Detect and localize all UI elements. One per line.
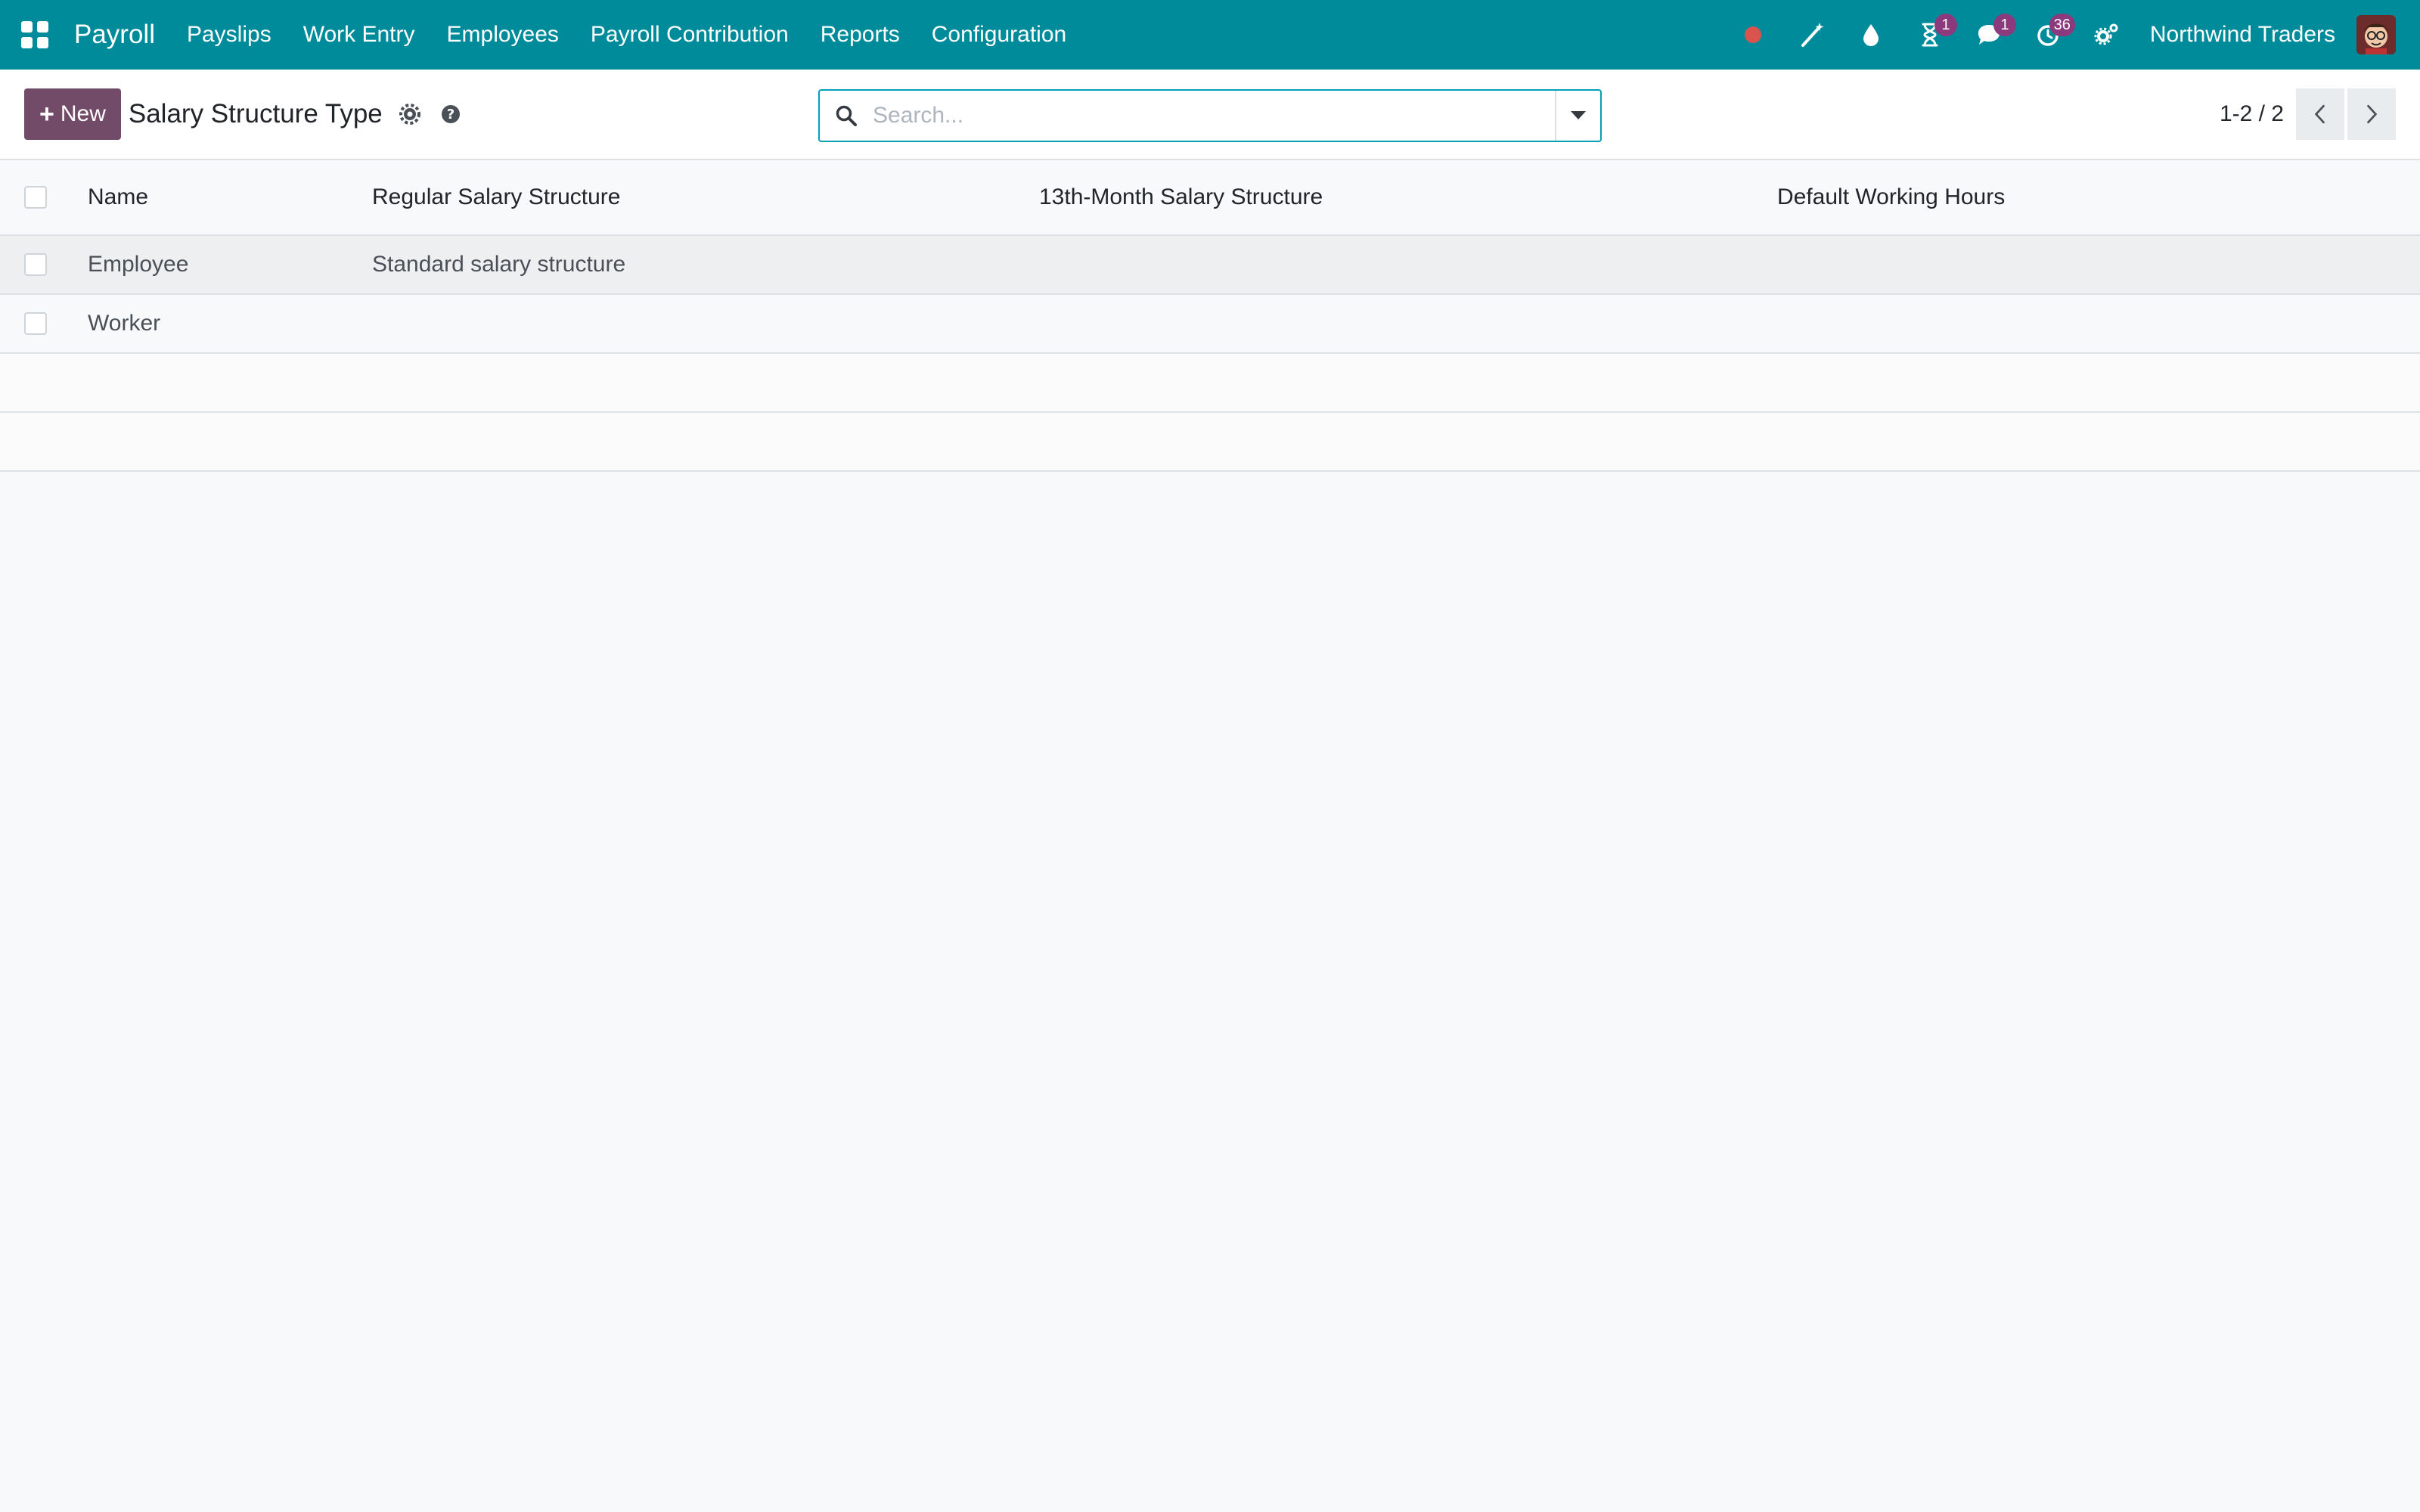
cell-regular-structure[interactable]: Standard salary structure (372, 252, 1039, 277)
select-all-cell (0, 186, 88, 209)
new-button[interactable]: + New (24, 88, 121, 140)
help-icon[interactable]: ? (437, 101, 464, 128)
search-bar (818, 89, 1602, 142)
list-view: Name Regular Salary Structure 13th-Month… (0, 160, 2420, 472)
messages-badge: 1 (1993, 14, 2016, 36)
row-checkbox[interactable] (24, 312, 47, 335)
search-options-toggle[interactable] (1555, 91, 1600, 141)
caret-down-icon (1571, 111, 1586, 119)
menu-payroll-contribution[interactable]: Payroll Contribution (591, 22, 789, 48)
column-header-13th-month-structure[interactable]: 13th-Month Salary Structure (1039, 184, 1777, 210)
table-row[interactable]: Worker (0, 295, 2420, 354)
chevron-left-icon (2314, 104, 2325, 124)
table-header: Name Regular Salary Structure 13th-Month… (0, 160, 2420, 236)
select-all-checkbox[interactable] (24, 186, 47, 209)
plus-icon: + (39, 99, 54, 129)
gear-icon[interactable] (396, 101, 424, 128)
recording-dot-icon[interactable] (1736, 18, 1770, 51)
search-icon (820, 104, 873, 127)
row-checkbox[interactable] (24, 253, 47, 276)
search-input[interactable] (873, 103, 1555, 129)
timer-badge: 36 (2049, 14, 2075, 36)
menu-work-entry[interactable]: Work Entry (303, 22, 415, 48)
chevron-right-icon (2367, 104, 2378, 124)
pager-next-button[interactable] (2347, 88, 2396, 140)
table-row[interactable]: Employee Standard salary structure (0, 236, 2420, 295)
user-avatar[interactable] (2356, 15, 2396, 54)
magic-wand-icon[interactable] (1795, 18, 1829, 51)
page-title: Salary Structure Type (128, 99, 383, 129)
app-name[interactable]: Payroll (74, 20, 155, 50)
cell-name[interactable]: Employee (88, 252, 372, 277)
row-select-cell (0, 312, 88, 335)
menu-payslips[interactable]: Payslips (187, 22, 271, 48)
menu-reports[interactable]: Reports (821, 22, 900, 48)
pager-value[interactable]: 1-2 / 2 (2220, 101, 2284, 127)
settings-gears-icon[interactable] (2090, 18, 2124, 51)
app-menu-icon[interactable] (18, 18, 51, 51)
column-header-default-working-hours[interactable]: Default Working Hours (1777, 184, 2420, 210)
drop-icon[interactable] (1854, 18, 1888, 51)
menu-employees[interactable]: Employees (447, 22, 559, 48)
systray: 1 1 36 Northwind Traders (1723, 0, 2420, 70)
pager: 1-2 / 2 (2220, 88, 2396, 140)
pager-previous-button[interactable] (2296, 88, 2344, 140)
cell-name[interactable]: Worker (88, 311, 372, 336)
row-select-cell (0, 253, 88, 276)
main-menu: Payslips Work Entry Employees Payroll Co… (187, 22, 1098, 48)
company-switcher[interactable]: Northwind Traders (2150, 22, 2335, 48)
column-header-regular-structure[interactable]: Regular Salary Structure (372, 184, 1039, 210)
empty-row (0, 354, 2420, 413)
top-navbar: Payroll Payslips Work Entry Employees Pa… (0, 0, 2420, 70)
chat-icon[interactable]: 1 (1972, 14, 2016, 51)
hourglass-icon[interactable]: 1 (1913, 14, 1957, 51)
timer-icon[interactable]: 36 (2031, 14, 2075, 51)
control-panel: + New Salary Structure Type ? 1-2 / 2 (0, 70, 2420, 160)
menu-configuration[interactable]: Configuration (932, 22, 1066, 48)
new-button-label: New (60, 101, 106, 126)
column-header-name[interactable]: Name (88, 184, 372, 210)
svg-text:?: ? (447, 107, 455, 122)
empty-row (0, 413, 2420, 472)
activity-badge: 1 (1934, 14, 1957, 36)
